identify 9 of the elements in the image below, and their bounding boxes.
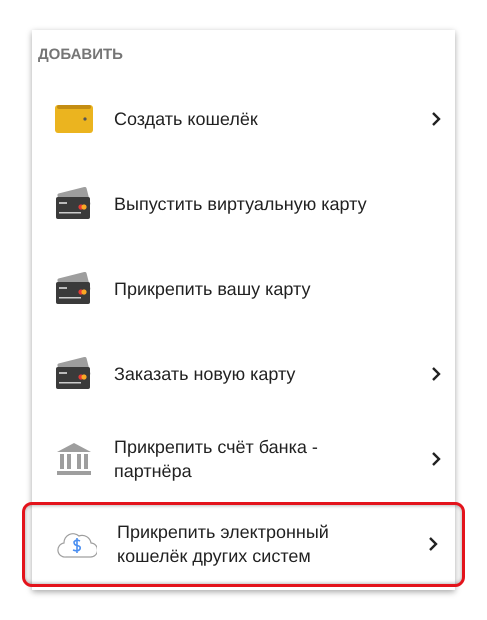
section-title: ДОБАВИТЬ: [38, 45, 123, 65]
menu-item-label[interactable]: Создать кошелёк: [114, 107, 384, 131]
bank-icon: [56, 442, 92, 476]
menu-item-label[interactable]: Заказать новую карту: [114, 362, 384, 386]
menu-item-label[interactable]: Прикрепить электронный кошелёк других систем: [117, 520, 387, 568]
menu-item-label[interactable]: Выпустить виртуальную карту: [114, 192, 384, 216]
menu-item-label[interactable]: Прикрепить счёт банка - партнёра: [114, 435, 384, 483]
wallet-icon: [55, 105, 93, 133]
menu-item-label[interactable]: Прикрепить вашу карту: [114, 277, 384, 301]
